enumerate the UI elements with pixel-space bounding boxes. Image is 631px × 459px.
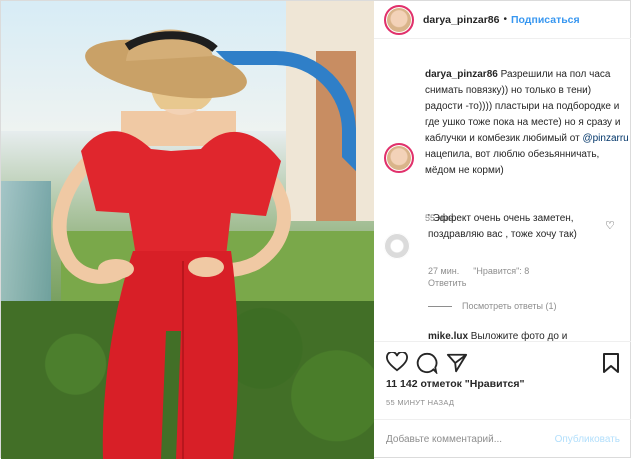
comment-likes[interactable]: "Нравится": 8 <box>473 266 529 276</box>
view-replies-button[interactable]: Посмотреть ответы (1) <box>428 301 557 311</box>
comment-meta: 27 мин. "Нравится": 8 Ответить <box>428 265 578 289</box>
caption-avatar[interactable] <box>384 143 414 173</box>
add-comment-bar: Добавьте комментарий... Опубликовать <box>374 419 631 459</box>
post-actions: 11 142 отметок "Нравится" 55 МИНУТ НАЗАД <box>374 341 631 419</box>
follow-button[interactable]: Подписаться <box>511 14 580 26</box>
comment-text: ' Эффект очень очень заметен, поздравляю… <box>428 213 577 240</box>
publish-button[interactable]: Опубликовать <box>555 434 620 445</box>
commenter-avatar[interactable] <box>384 233 410 259</box>
like-comment-heart-icon[interactable]: ♡ <box>605 219 615 232</box>
post-photo[interactable] <box>1 1 374 459</box>
comment-item: mike.lux Выложите фото до и <box>428 331 567 341</box>
author-username[interactable]: darya_pinzar86 <box>423 14 499 26</box>
like-heart-icon[interactable] <box>386 351 408 375</box>
comment-time: 27 мин. <box>428 266 460 276</box>
likes-count[interactable]: 11 142 отметок "Нравится" <box>386 378 524 390</box>
caption-body-2: нацепила, вот люблю обезьянничать, мёдом… <box>425 149 600 176</box>
save-bookmark-icon[interactable] <box>602 352 620 377</box>
comment-input[interactable]: Добавьте комментарий... <box>386 434 555 445</box>
caption-mention-link[interactable]: @pinzarru <box>582 133 628 144</box>
instagram-post: darya_pinzar86 • Подписаться darya_pinza… <box>0 0 631 459</box>
replies-line <box>428 305 452 307</box>
action-icons <box>386 351 622 377</box>
comment-text: Выложите фото до и <box>468 331 568 341</box>
reply-button[interactable]: Ответить <box>428 278 466 288</box>
comments-panel[interactable]: darya_pinzar86 Разрешили на пол часа сни… <box>374 39 631 341</box>
comment-bubble-icon[interactable] <box>416 352 438 377</box>
post-time[interactable]: 55 МИНУТ НАЗАД <box>386 398 454 407</box>
view-replies-label: Посмотреть ответы (1) <box>462 301 557 311</box>
caption-text: darya_pinzar86 Разрешили на пол часа сни… <box>425 67 630 179</box>
post-header: darya_pinzar86 • Подписаться <box>374 1 631 39</box>
author-avatar[interactable] <box>384 4 414 35</box>
separator-dot: • <box>503 14 507 25</box>
commenter-username[interactable]: mike.lux <box>428 331 468 341</box>
photo-woman-in-red-jumpsuit <box>52 29 291 459</box>
caption-username[interactable]: darya_pinzar86 <box>425 69 498 80</box>
share-icon[interactable] <box>446 352 468 377</box>
